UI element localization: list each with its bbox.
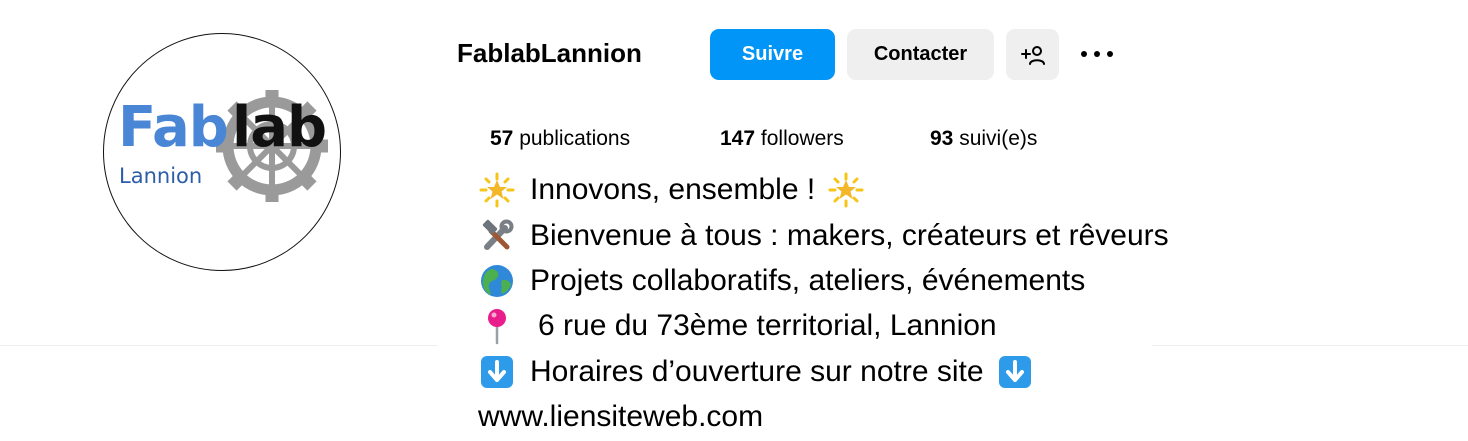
globe-icon xyxy=(478,262,516,300)
section-divider xyxy=(1152,345,1468,346)
posts-count-stat: 57 publications xyxy=(490,124,630,154)
down-arrow-icon xyxy=(996,353,1034,391)
section-divider xyxy=(0,345,438,346)
logo-text-lab: lab xyxy=(232,95,327,160)
website-link-text: www.liensiteweb.com xyxy=(478,400,764,433)
follow-button[interactable]: Suivre xyxy=(710,29,835,80)
bio-line-5-text: Horaires d’ouverture sur notre site xyxy=(530,355,984,388)
glowing-star-icon xyxy=(478,171,516,209)
more-options-icon xyxy=(1081,51,1113,57)
following-stat[interactable]: 93 suivi(e)s xyxy=(930,124,1037,154)
down-arrow-icon xyxy=(478,353,516,391)
website-link[interactable]: www.liensiteweb.com xyxy=(478,397,763,437)
add-user-icon xyxy=(1020,45,1045,65)
profile-avatar[interactable]: Fab lab Lannion xyxy=(103,33,341,271)
bio-line-2: Bienvenue à tous : makers, créateurs et … xyxy=(478,216,1169,256)
logo-subtitle: Lannion xyxy=(119,164,203,188)
contact-button[interactable]: Contacter xyxy=(847,29,994,80)
bio-line-5: Horaires d’ouverture sur notre site xyxy=(478,352,1034,392)
round-pushpin-icon xyxy=(478,307,516,345)
profile-username: FablabLannion xyxy=(457,38,642,68)
posts-count: 57 xyxy=(490,127,514,150)
bio-line-4-text: 6 rue du 73ème territorial, Lannion xyxy=(538,309,997,342)
bio-line-3: Projets collaboratifs, ateliers, événeme… xyxy=(478,261,1085,301)
contact-button-label: Contacter xyxy=(873,43,968,65)
hammer-and-wrench-icon xyxy=(478,217,516,255)
logo-text-fab: Fab xyxy=(118,95,229,160)
following-label: suivi(e)s xyxy=(959,127,1038,150)
posts-label: publications xyxy=(519,127,631,150)
followers-stat[interactable]: 147 followers xyxy=(720,124,844,154)
glowing-star-icon xyxy=(827,171,865,209)
add-user-button[interactable] xyxy=(1006,29,1059,80)
bio-line-2-text: Bienvenue à tous : makers, créateurs et … xyxy=(530,219,1169,252)
following-count: 93 xyxy=(930,127,954,150)
bio-line-1-text: Innovons, ensemble ! xyxy=(530,173,816,206)
bio-line-3-text: Projets collaboratifs, ateliers, événeme… xyxy=(530,264,1086,297)
bio-line-4: 6 rue du 73ème territorial, Lannion xyxy=(478,306,997,346)
followers-label: followers xyxy=(760,127,844,150)
followers-count: 147 xyxy=(720,127,756,150)
follow-button-label: Suivre xyxy=(741,43,804,65)
more-options-button[interactable] xyxy=(1074,36,1120,72)
bio-line-1: Innovons, ensemble ! xyxy=(478,170,865,210)
